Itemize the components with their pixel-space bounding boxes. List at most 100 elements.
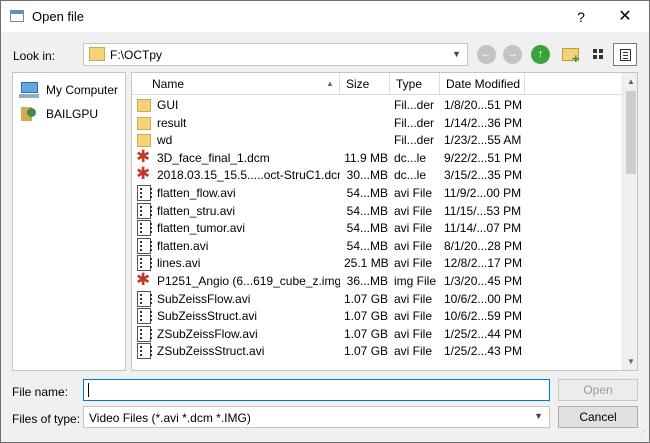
folder-icon xyxy=(137,99,151,112)
file-type-label: Files of type: xyxy=(12,412,81,426)
sidebar-item-bailgpu[interactable]: BAILGPU xyxy=(19,103,123,125)
title-bar: Open file ? ✕ xyxy=(1,1,649,32)
file-date-modified: 12/8/2...17 PM xyxy=(444,256,523,271)
file-date-modified: 1/3/20...45 PM xyxy=(444,274,523,288)
file-date-modified: 10/6/2...00 PM xyxy=(444,291,523,306)
video-file-icon xyxy=(137,202,152,219)
file-row[interactable]: 3D_face_final_1.dcm 11.9 MB dc...le 9/22/2.… xyxy=(132,147,622,167)
file-name-input[interactable] xyxy=(83,379,550,401)
file-type: avi File xyxy=(394,344,433,359)
parent-directory-button[interactable]: ↑ xyxy=(531,45,550,64)
file-row[interactable]: ZSubZeissFlow.avi 1.07 GB avi File 1/25/2..… xyxy=(132,325,622,343)
file-size: 36...MB xyxy=(346,274,388,288)
scroll-thumb[interactable] xyxy=(626,91,636,174)
open-button[interactable]: Open xyxy=(558,379,638,401)
file-name: 3D_face_final_1.dcm xyxy=(157,150,270,165)
scroll-down-icon[interactable]: ▼ xyxy=(623,353,637,370)
sidebar-item-label: BAILGPU xyxy=(46,107,99,121)
file-name: 2018.03.15_15.5.....oct-StruC1.dcm xyxy=(157,168,340,183)
folder-icon xyxy=(137,134,151,148)
file-size: 1.07 GB xyxy=(344,309,389,324)
file-size: 11.9 MB xyxy=(344,150,388,165)
window-icon xyxy=(10,10,24,22)
column-size[interactable]: Size xyxy=(340,73,390,95)
file-name: SubZeissStruct.avi xyxy=(157,309,258,324)
chevron-down-icon[interactable]: ▼ xyxy=(452,49,461,59)
look-in-combo[interactable]: F:\OCTpy ▼ xyxy=(83,43,468,66)
detail-view-button[interactable] xyxy=(613,43,637,66)
file-name: flatten_stru.avi xyxy=(157,203,236,218)
chevron-down-icon[interactable]: ▼ xyxy=(534,411,543,421)
user-icon xyxy=(19,105,39,123)
window-title: Open file xyxy=(32,9,85,24)
video-file-icon xyxy=(137,308,152,325)
video-file-icon xyxy=(137,255,152,272)
file-type: dc...le xyxy=(394,150,427,165)
vertical-scrollbar[interactable]: ▲ ▼ xyxy=(622,73,637,370)
file-row[interactable]: result Fil...der 1/14/2...36 PM xyxy=(132,114,622,132)
file-type: avi File xyxy=(394,256,433,271)
file-date-modified: 3/15/2...35 PM xyxy=(444,168,523,183)
close-button[interactable]: ✕ xyxy=(605,4,645,29)
file-type: Fil...der xyxy=(394,115,435,130)
file-size: 54...MB xyxy=(346,238,388,253)
file-row[interactable]: ZSubZeissStruct.avi 1.07 GB avi File 1/25/2… xyxy=(132,342,622,360)
column-type[interactable]: Type xyxy=(390,73,440,95)
video-file-icon xyxy=(137,325,152,342)
sort-ascending-icon: ▲ xyxy=(326,79,334,88)
folder-icon xyxy=(89,47,105,61)
file-name: lines.avi xyxy=(157,256,201,271)
dicom-file-icon xyxy=(136,270,151,290)
file-row[interactable]: SubZeissStruct.avi 1.07 GB avi File 10/6/2.… xyxy=(132,307,622,325)
video-file-icon xyxy=(137,343,152,360)
file-date-modified: 1/25/2...43 PM xyxy=(444,344,523,359)
file-size: 1.07 GB xyxy=(344,291,389,306)
file-date-modified: 1/23/2...55 AM xyxy=(444,133,522,148)
file-row[interactable]: P1251_Angio (6...619_cube_z.img 36...MB im… xyxy=(132,270,622,290)
file-type-combo[interactable]: Video Files (*.avi *.dcm *.IMG) ▼ xyxy=(83,406,550,428)
file-type: dc...le xyxy=(394,168,427,183)
file-row[interactable]: lines.avi 25.1 MB avi File 12/8/2...17 PM xyxy=(132,254,622,272)
file-size: 1.07 GB xyxy=(344,344,389,359)
video-file-icon xyxy=(137,237,152,254)
list-view-icon xyxy=(593,49,604,60)
column-date-modified[interactable]: Date Modified xyxy=(440,73,525,95)
column-name[interactable]: Name xyxy=(132,73,340,95)
file-name: P1251_Angio (6...619_cube_z.img xyxy=(157,274,340,288)
file-date-modified: 10/6/2...59 PM xyxy=(444,309,523,324)
file-type: avi File xyxy=(394,203,433,218)
video-file-icon xyxy=(137,185,152,201)
file-row[interactable]: flatten_tumor.avi 54...MB avi File 11/14/..… xyxy=(132,219,622,237)
file-row[interactable]: GUI Fil...der 1/8/20...51 PM xyxy=(132,96,622,114)
forward-button[interactable]: → xyxy=(503,45,522,64)
column-header: Name ▲ Size Type Date Modified xyxy=(132,73,622,95)
file-date-modified: 11/9/2...00 PM xyxy=(444,186,522,200)
cancel-button[interactable]: Cancel xyxy=(558,406,638,428)
sidebar-item-my-computer[interactable]: My Computer xyxy=(19,79,123,101)
file-name: ZSubZeissFlow.avi xyxy=(157,326,258,341)
help-button[interactable]: ? xyxy=(566,6,596,28)
file-type: avi File xyxy=(394,238,433,253)
file-date-modified: 9/22/2...51 PM xyxy=(444,150,523,165)
list-view-button[interactable] xyxy=(587,43,611,66)
computer-icon xyxy=(19,81,39,99)
new-folder-button[interactable]: + xyxy=(559,43,583,66)
file-type: avi File xyxy=(394,221,433,236)
file-date-modified: 1/8/20...51 PM xyxy=(444,98,523,112)
back-button[interactable]: ← xyxy=(477,45,496,64)
file-row[interactable]: flatten_flow.avi 54...MB avi File 11/9/2...… xyxy=(132,184,622,202)
file-row[interactable]: SubZeissFlow.avi 1.07 GB avi File 10/6/2...… xyxy=(132,290,622,308)
file-row[interactable]: wd Fil...der 1/23/2...55 AM xyxy=(132,131,622,149)
file-date-modified: 1/25/2...44 PM xyxy=(444,326,523,341)
file-date-modified: 11/14/...07 PM xyxy=(444,221,522,236)
look-in-value: F:\OCTpy xyxy=(110,48,163,62)
file-row[interactable]: flatten_stru.avi 54...MB avi File 11/15/...… xyxy=(132,202,622,220)
sidebar: My Computer BAILGPU xyxy=(12,72,126,371)
scroll-up-icon[interactable]: ▲ xyxy=(623,73,637,90)
file-type: avi File xyxy=(394,326,433,341)
resize-grip-icon[interactable]: ⋰ xyxy=(637,430,647,440)
file-row[interactable]: flatten.avi 54...MB avi File 8/1/20...28 PM xyxy=(132,237,622,255)
file-row[interactable]: 2018.03.15_15.5.....oct-StruC1.dcm 30...M… xyxy=(132,164,622,184)
file-name: wd xyxy=(157,133,173,148)
file-type: avi File xyxy=(394,186,433,200)
